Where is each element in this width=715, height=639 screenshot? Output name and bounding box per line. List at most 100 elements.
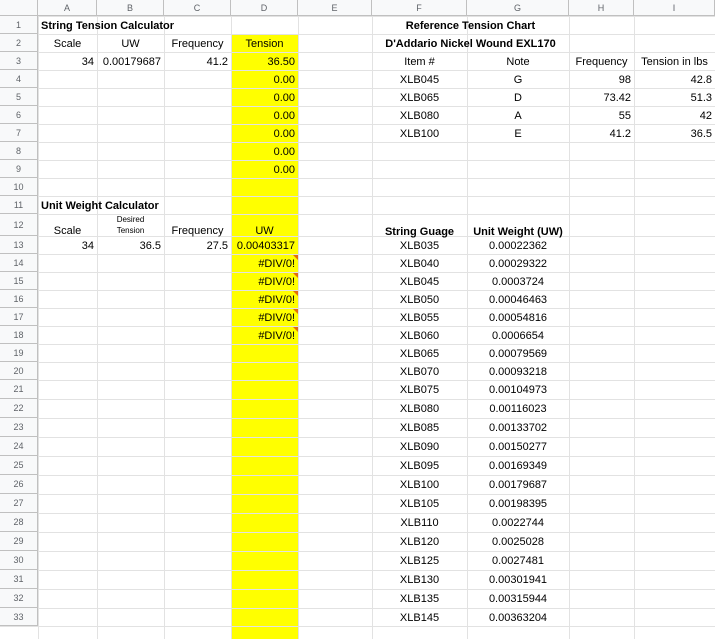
gauge-unit-weight[interactable]: 0.0027481 — [467, 556, 569, 567]
row-header-2[interactable]: 2 — [0, 34, 38, 52]
reference-header-frequency[interactable]: Frequency — [569, 56, 634, 68]
gauge-unit-weight[interactable]: 0.00179687 — [467, 480, 569, 491]
gauge-item[interactable]: XLB120 — [372, 537, 467, 548]
row-header-17[interactable]: 17 — [0, 308, 38, 326]
gauge-item[interactable]: XLB095 — [372, 461, 467, 472]
gauge-item[interactable]: XLB075 — [372, 385, 467, 396]
uw-calc-header-uw[interactable]: UW — [231, 226, 298, 237]
uw-result-value[interactable]: 0.00403317 — [237, 240, 295, 252]
gauge-unit-weight[interactable]: 0.00046463 — [467, 294, 569, 306]
gauge-header[interactable]: String Guage — [372, 227, 467, 238]
gauge-unit-weight[interactable]: 0.0006654 — [467, 330, 569, 342]
uw-calc-header-tension[interactable]: Tension — [97, 227, 164, 235]
gauge-unit-weight[interactable]: 0.00150277 — [467, 442, 569, 453]
tension-result-value[interactable]: 0.00 — [274, 146, 295, 158]
gauge-item[interactable]: XLB135 — [372, 594, 467, 605]
uw-calc-title[interactable]: Unit Weight Calculator — [41, 200, 159, 212]
tension-calc-header-tension[interactable]: Tension — [231, 38, 298, 50]
gauge-item[interactable]: XLB070 — [372, 366, 467, 378]
gauge-item[interactable]: XLB060 — [372, 330, 467, 342]
reference-frequency[interactable]: 73.42 — [603, 92, 631, 104]
tension-result-value[interactable]: 0.00 — [274, 110, 295, 122]
gauge-unit-weight[interactable]: 0.0025028 — [467, 537, 569, 548]
tension-result-value[interactable]: 0.00 — [274, 164, 295, 176]
gauge-item[interactable]: XLB040 — [372, 258, 467, 270]
gauge-item[interactable]: XLB110 — [372, 518, 467, 529]
gauge-unit-weight[interactable]: 0.0003724 — [467, 276, 569, 288]
row-header-26[interactable]: 26 — [0, 475, 38, 494]
row-header-21[interactable]: 21 — [0, 380, 38, 399]
gauge-unit-weight[interactable]: 0.00022362 — [467, 240, 569, 252]
uw-header[interactable]: Unit Weight (UW) — [467, 227, 569, 238]
column-header-a[interactable]: A — [38, 0, 97, 16]
reference-tension[interactable]: 42 — [700, 110, 712, 122]
uw-calc-header-scale[interactable]: Scale — [38, 226, 97, 237]
gauge-unit-weight[interactable]: 0.00079569 — [467, 348, 569, 360]
gauge-unit-weight[interactable]: 0.00169349 — [467, 461, 569, 472]
gauge-item[interactable]: XLB065 — [372, 348, 467, 360]
uw-error-value[interactable]: #DIV/0! — [258, 330, 295, 342]
gauge-unit-weight[interactable]: 0.0022744 — [467, 518, 569, 529]
uw-calc-header-desired[interactable]: Desired — [97, 216, 164, 224]
gauge-unit-weight[interactable]: 0.00029322 — [467, 258, 569, 270]
tension-input-uw[interactable]: 0.00179687 — [103, 56, 161, 68]
row-header-19[interactable]: 19 — [0, 344, 38, 362]
row-header-13[interactable]: 13 — [0, 236, 38, 254]
row-header-10[interactable]: 10 — [0, 178, 38, 196]
row-header-24[interactable]: 24 — [0, 437, 38, 456]
gauge-unit-weight[interactable]: 0.00133702 — [467, 423, 569, 434]
reference-note[interactable]: E — [467, 128, 569, 140]
row-header-14[interactable]: 14 — [0, 254, 38, 272]
row-header-32[interactable]: 32 — [0, 589, 38, 608]
reference-chart-subtitle[interactable]: D'Addario Nickel Wound EXL170 — [372, 38, 569, 50]
gauge-unit-weight[interactable]: 0.00093218 — [467, 366, 569, 378]
gauge-unit-weight[interactable]: 0.00054816 — [467, 312, 569, 324]
row-header-18[interactable]: 18 — [0, 326, 38, 344]
row-header-7[interactable]: 7 — [0, 124, 38, 142]
reference-tension[interactable]: 36.5 — [691, 128, 712, 140]
row-header-25[interactable]: 25 — [0, 456, 38, 475]
column-header-g[interactable]: G — [467, 0, 569, 16]
row-header-30[interactable]: 30 — [0, 551, 38, 570]
reference-note[interactable]: D — [467, 92, 569, 104]
column-header-b[interactable]: B — [97, 0, 164, 16]
tension-calc-header-frequency[interactable]: Frequency — [164, 38, 231, 50]
reference-frequency[interactable]: 41.2 — [610, 128, 631, 140]
row-header-8[interactable]: 8 — [0, 142, 38, 160]
gauge-unit-weight[interactable]: 0.00301941 — [467, 575, 569, 586]
row-header-11[interactable]: 11 — [0, 196, 38, 214]
reference-item[interactable]: XLB080 — [372, 110, 467, 122]
tension-calc-header-scale[interactable]: Scale — [38, 38, 97, 50]
row-header-20[interactable]: 20 — [0, 362, 38, 380]
reference-item[interactable]: XLB045 — [372, 74, 467, 86]
row-header-9[interactable]: 9 — [0, 160, 38, 178]
spreadsheet-grid[interactable]: A B C D E F G H I 1 2 3 4 5 6 7 8 9 10 11 12 13 14 15 16 17 18 19 20… — [0, 0, 715, 639]
reference-frequency[interactable]: 98 — [619, 74, 631, 86]
gauge-item[interactable]: XLB145 — [372, 612, 467, 624]
gauge-item[interactable]: XLB085 — [372, 423, 467, 434]
uw-error-value[interactable]: #DIV/0! — [258, 276, 295, 288]
reference-note[interactable]: A — [467, 110, 569, 122]
uw-error-value[interactable]: #DIV/0! — [258, 294, 295, 306]
row-header-23[interactable]: 23 — [0, 418, 38, 437]
row-header-5[interactable]: 5 — [0, 88, 38, 106]
gauge-unit-weight[interactable]: 0.00363204 — [467, 612, 569, 624]
tension-input-scale[interactable]: 34 — [82, 56, 94, 68]
tension-calc-title[interactable]: String Tension Calculator — [41, 20, 174, 32]
gauge-item[interactable]: XLB050 — [372, 294, 467, 306]
gauge-unit-weight[interactable]: 0.00116023 — [467, 404, 569, 415]
column-header-c[interactable]: C — [164, 0, 231, 16]
column-header-i[interactable]: I — [634, 0, 715, 16]
gauge-item[interactable]: XLB100 — [372, 480, 467, 491]
column-header-h[interactable]: H — [569, 0, 634, 16]
row-header-31[interactable]: 31 — [0, 570, 38, 589]
reference-tension[interactable]: 51.3 — [691, 92, 712, 104]
gauge-item[interactable]: XLB130 — [372, 575, 467, 586]
reference-item[interactable]: XLB100 — [372, 128, 467, 140]
row-header-4[interactable]: 4 — [0, 70, 38, 88]
row-header-22[interactable]: 22 — [0, 399, 38, 418]
reference-frequency[interactable]: 55 — [619, 110, 631, 122]
column-header-e[interactable]: E — [298, 0, 372, 16]
gauge-item[interactable]: XLB080 — [372, 404, 467, 415]
row-header-27[interactable]: 27 — [0, 494, 38, 513]
